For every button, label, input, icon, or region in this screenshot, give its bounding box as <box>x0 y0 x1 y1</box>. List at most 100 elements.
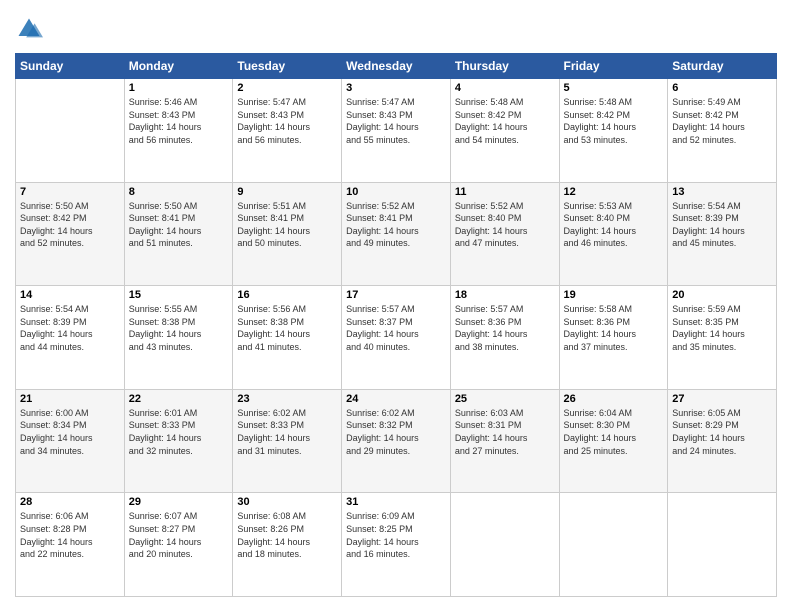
day-number: 5 <box>564 82 664 94</box>
calendar-week-row: 7 Sunrise: 5:50 AM Sunset: 8:42 PM Daylig… <box>16 182 777 286</box>
calendar-cell: 21Sunrise: 6:00 AM Sunset: 8:34 PM Dayli… <box>16 389 125 493</box>
weekday-header: Monday <box>124 54 233 79</box>
calendar-cell <box>16 79 125 183</box>
day-number: 1 <box>129 82 229 94</box>
calendar-cell: 20 Sunrise: 5:59 AM Sunset: 8:35 PM Dayli… <box>668 286 777 390</box>
calendar-cell: 25 Sunrise: 6:03 AM Sunset: 8:31 PM Dayli… <box>450 389 559 493</box>
day-info: Sunrise: 5:53 AM Sunset: 8:40 PM Dayligh… <box>564 200 664 250</box>
calendar-cell: 27Sunrise: 6:05 AM Sunset: 8:29 PM Dayli… <box>668 389 777 493</box>
day-number: 9 <box>237 186 337 198</box>
calendar-cell: 10 Sunrise: 5:52 AM Sunset: 8:41 PM Dayli… <box>342 182 451 286</box>
day-number: 7 <box>20 186 120 198</box>
weekday-header: Saturday <box>668 54 777 79</box>
day-info: Sunrise: 5:55 AM Sunset: 8:38 PM Dayligh… <box>129 303 229 353</box>
day-info: Sunrise: 5:48 AM Sunset: 8:42 PM Dayligh… <box>564 96 664 146</box>
calendar-cell: 13 Sunrise: 5:54 AM Sunset: 8:39 PM Dayli… <box>668 182 777 286</box>
day-info: Sunrise: 5:48 AM Sunset: 8:42 PM Dayligh… <box>455 96 555 146</box>
day-info: Sunrise: 6:09 AM Sunset: 8:25 PM Dayligh… <box>346 510 446 560</box>
calendar-cell: 1 Sunrise: 5:46 AM Sunset: 8:43 PM Daylig… <box>124 79 233 183</box>
day-number: 6 <box>672 82 772 94</box>
calendar-cell: 3 Sunrise: 5:47 AM Sunset: 8:43 PM Daylig… <box>342 79 451 183</box>
day-number: 16 <box>237 289 337 301</box>
day-info: Sunrise: 5:51 AM Sunset: 8:41 PM Dayligh… <box>237 200 337 250</box>
day-number: 8 <box>129 186 229 198</box>
day-number: 3 <box>346 82 446 94</box>
weekday-header: Friday <box>559 54 668 79</box>
calendar-cell: 19Sunrise: 5:58 AM Sunset: 8:36 PM Dayli… <box>559 286 668 390</box>
calendar-cell: 6 Sunrise: 5:49 AM Sunset: 8:42 PM Daylig… <box>668 79 777 183</box>
day-info: Sunrise: 5:52 AM Sunset: 8:41 PM Dayligh… <box>346 200 446 250</box>
weekday-header: Sunday <box>16 54 125 79</box>
day-info: Sunrise: 5:54 AM Sunset: 8:39 PM Dayligh… <box>20 303 120 353</box>
weekday-header: Wednesday <box>342 54 451 79</box>
calendar-cell <box>668 493 777 597</box>
day-info: Sunrise: 5:47 AM Sunset: 8:43 PM Dayligh… <box>237 96 337 146</box>
day-number: 29 <box>129 496 229 508</box>
calendar-cell: 29 Sunrise: 6:07 AM Sunset: 8:27 PM Dayli… <box>124 493 233 597</box>
calendar-cell: 11 Sunrise: 5:52 AM Sunset: 8:40 PM Dayli… <box>450 182 559 286</box>
day-number: 18 <box>455 289 555 301</box>
day-info: Sunrise: 5:59 AM Sunset: 8:35 PM Dayligh… <box>672 303 772 353</box>
day-number: 10 <box>346 186 446 198</box>
day-info: Sunrise: 5:50 AM Sunset: 8:42 PM Dayligh… <box>20 200 120 250</box>
day-number: 21 <box>20 393 120 405</box>
calendar-cell: 17Sunrise: 5:57 AM Sunset: 8:37 PM Dayli… <box>342 286 451 390</box>
weekday-header: Thursday <box>450 54 559 79</box>
calendar-cell: 7 Sunrise: 5:50 AM Sunset: 8:42 PM Daylig… <box>16 182 125 286</box>
calendar-week-row: 28Sunrise: 6:06 AM Sunset: 8:28 PM Dayli… <box>16 493 777 597</box>
calendar-cell <box>450 493 559 597</box>
day-number: 22 <box>129 393 229 405</box>
logo <box>15 15 45 43</box>
calendar-week-row: 1 Sunrise: 5:46 AM Sunset: 8:43 PM Daylig… <box>16 79 777 183</box>
calendar-cell: 2 Sunrise: 5:47 AM Sunset: 8:43 PM Daylig… <box>233 79 342 183</box>
day-info: Sunrise: 5:47 AM Sunset: 8:43 PM Dayligh… <box>346 96 446 146</box>
day-number: 26 <box>564 393 664 405</box>
day-info: Sunrise: 5:50 AM Sunset: 8:41 PM Dayligh… <box>129 200 229 250</box>
calendar-week-row: 14Sunrise: 5:54 AM Sunset: 8:39 PM Dayli… <box>16 286 777 390</box>
calendar-cell: 5 Sunrise: 5:48 AM Sunset: 8:42 PM Daylig… <box>559 79 668 183</box>
page: SundayMondayTuesdayWednesdayThursdayFrid… <box>0 0 792 612</box>
day-number: 12 <box>564 186 664 198</box>
day-info: Sunrise: 6:01 AM Sunset: 8:33 PM Dayligh… <box>129 407 229 457</box>
day-info: Sunrise: 6:04 AM Sunset: 8:30 PM Dayligh… <box>564 407 664 457</box>
day-info: Sunrise: 5:46 AM Sunset: 8:43 PM Dayligh… <box>129 96 229 146</box>
calendar-cell: 30Sunrise: 6:08 AM Sunset: 8:26 PM Dayli… <box>233 493 342 597</box>
day-number: 24 <box>346 393 446 405</box>
calendar-cell: 4 Sunrise: 5:48 AM Sunset: 8:42 PM Daylig… <box>450 79 559 183</box>
calendar-cell: 14Sunrise: 5:54 AM Sunset: 8:39 PM Dayli… <box>16 286 125 390</box>
day-info: Sunrise: 6:06 AM Sunset: 8:28 PM Dayligh… <box>20 510 120 560</box>
calendar-cell: 23 Sunrise: 6:02 AM Sunset: 8:33 PM Dayli… <box>233 389 342 493</box>
day-info: Sunrise: 5:57 AM Sunset: 8:36 PM Dayligh… <box>455 303 555 353</box>
calendar-cell: 12 Sunrise: 5:53 AM Sunset: 8:40 PM Dayli… <box>559 182 668 286</box>
day-info: Sunrise: 5:56 AM Sunset: 8:38 PM Dayligh… <box>237 303 337 353</box>
day-number: 20 <box>672 289 772 301</box>
day-number: 23 <box>237 393 337 405</box>
day-number: 13 <box>672 186 772 198</box>
calendar-cell: 31 Sunrise: 6:09 AM Sunset: 8:25 PM Dayli… <box>342 493 451 597</box>
day-info: Sunrise: 6:03 AM Sunset: 8:31 PM Dayligh… <box>455 407 555 457</box>
day-info: Sunrise: 5:49 AM Sunset: 8:42 PM Dayligh… <box>672 96 772 146</box>
day-number: 17 <box>346 289 446 301</box>
day-number: 30 <box>237 496 337 508</box>
day-number: 11 <box>455 186 555 198</box>
calendar-header-row: SundayMondayTuesdayWednesdayThursdayFrid… <box>16 54 777 79</box>
day-number: 15 <box>129 289 229 301</box>
day-number: 2 <box>237 82 337 94</box>
logo-icon <box>15 15 43 43</box>
calendar-cell: 26 Sunrise: 6:04 AM Sunset: 8:30 PM Dayli… <box>559 389 668 493</box>
calendar-cell: 8 Sunrise: 5:50 AM Sunset: 8:41 PM Daylig… <box>124 182 233 286</box>
day-info: Sunrise: 6:02 AM Sunset: 8:32 PM Dayligh… <box>346 407 446 457</box>
day-info: Sunrise: 6:02 AM Sunset: 8:33 PM Dayligh… <box>237 407 337 457</box>
calendar-cell: 28Sunrise: 6:06 AM Sunset: 8:28 PM Dayli… <box>16 493 125 597</box>
day-number: 31 <box>346 496 446 508</box>
day-number: 25 <box>455 393 555 405</box>
calendar-cell: 16 Sunrise: 5:56 AM Sunset: 8:38 PM Dayli… <box>233 286 342 390</box>
calendar-cell <box>559 493 668 597</box>
calendar-week-row: 21Sunrise: 6:00 AM Sunset: 8:34 PM Dayli… <box>16 389 777 493</box>
day-info: Sunrise: 6:07 AM Sunset: 8:27 PM Dayligh… <box>129 510 229 560</box>
day-number: 19 <box>564 289 664 301</box>
day-info: Sunrise: 5:52 AM Sunset: 8:40 PM Dayligh… <box>455 200 555 250</box>
day-info: Sunrise: 5:54 AM Sunset: 8:39 PM Dayligh… <box>672 200 772 250</box>
calendar-table: SundayMondayTuesdayWednesdayThursdayFrid… <box>15 53 777 597</box>
day-number: 4 <box>455 82 555 94</box>
